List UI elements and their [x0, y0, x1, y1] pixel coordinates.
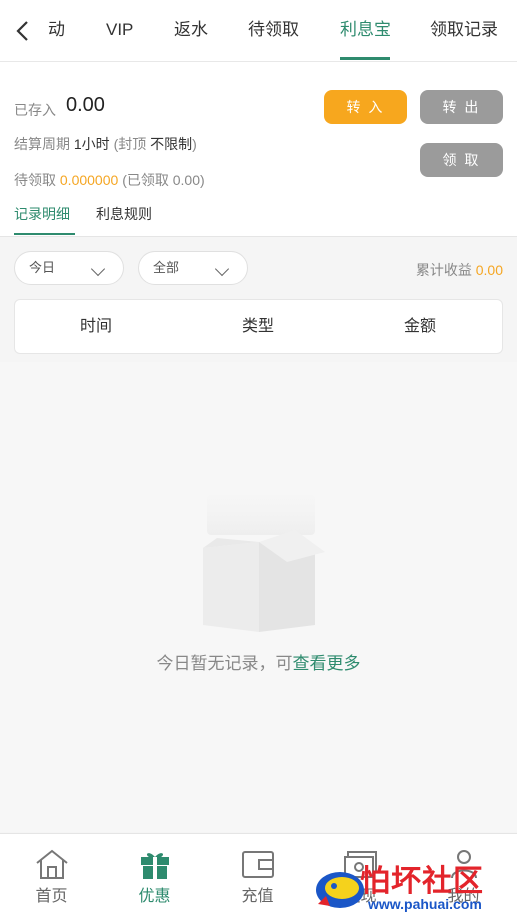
chevron-down-icon	[90, 261, 106, 277]
type-filter-value: 全部	[153, 260, 180, 275]
tab-pending[interactable]: 待领取	[248, 0, 299, 62]
nav-promotions[interactable]: 优惠	[103, 834, 206, 919]
claimed-text: (已领取 0.00)	[122, 172, 205, 188]
gift-icon	[141, 853, 169, 879]
column-type: 类型	[242, 318, 275, 335]
tab-interest[interactable]: 利息宝	[340, 0, 391, 62]
cumulative-earnings: 累计收益 0.00	[416, 260, 503, 280]
deposited-label: 已存入	[14, 102, 56, 118]
nav-deposit[interactable]: 充值	[206, 834, 309, 919]
transfer-out-button[interactable]: 转 出	[420, 90, 503, 124]
cumulative-label: 累计收益	[415, 262, 472, 278]
pending-value: 0.000000	[59, 172, 119, 188]
subtab-records[interactable]: 记录明细	[14, 204, 70, 224]
tab-vip[interactable]: VIP	[106, 0, 133, 62]
settle-period: 结算周期 1小时 (封顶 不限制)	[14, 134, 197, 154]
view-more-link[interactable]: 查看更多	[293, 654, 361, 673]
empty-box-icon	[203, 495, 325, 632]
deposited-value: 0.00	[66, 94, 105, 116]
pending-label: 待领取	[14, 172, 56, 188]
cap-suffix: )	[192, 136, 197, 152]
claim-button[interactable]: 领 取	[420, 143, 503, 177]
column-amount: 金额	[404, 318, 437, 335]
interest-summary-panel: 已存入 0.00 结算周期 1小时 (封顶 不限制) 待领取 0.000000 …	[0, 62, 517, 237]
cap-value: 不限制	[150, 136, 193, 152]
tab-claim-records[interactable]: 领取记录	[430, 0, 498, 62]
watermark-url: www.pahuai.com	[368, 896, 482, 912]
watermark-title: 怕坏社区	[360, 864, 484, 899]
pending-row: 待领取 0.000000 (已领取 0.00)	[14, 170, 205, 190]
settle-value: 1小时	[73, 136, 110, 152]
subtab-rules[interactable]: 利息规则	[96, 204, 152, 224]
home-icon	[36, 849, 68, 879]
column-time: 时间	[80, 318, 113, 335]
back-arrow-icon[interactable]	[14, 19, 34, 43]
date-filter-select[interactable]: 今日	[14, 251, 124, 285]
cumulative-value: 0.00	[475, 262, 503, 278]
chevron-down-icon	[214, 261, 230, 277]
type-filter-select[interactable]: 全部	[138, 251, 248, 285]
nav-deposit-label: 充值	[241, 888, 274, 905]
tab-rebate[interactable]: 返水	[174, 0, 208, 62]
empty-state-message: 今日暂无记录，可查看更多	[0, 649, 517, 674]
transfer-in-button[interactable]: 转 入	[324, 90, 407, 124]
wallet-icon	[242, 851, 274, 878]
records-table-header: 时间 类型 金额	[14, 299, 503, 354]
nav-promotions-label: 优惠	[138, 888, 171, 905]
subtab-indicator	[14, 233, 75, 235]
nav-home-label: 首页	[35, 888, 68, 905]
top-tab-bar: 动 VIP 返水 待领取 利息宝 领取记录	[0, 0, 517, 62]
settle-label: 结算周期	[14, 136, 70, 152]
nav-home[interactable]: 首页	[0, 834, 103, 919]
watermark: 怕坏社区 www.pahuai.com	[312, 856, 512, 916]
empty-text: 今日暂无记录，可	[156, 654, 293, 673]
date-filter-value: 今日	[29, 260, 56, 275]
active-tab-indicator	[340, 57, 390, 60]
tab-activity[interactable]: 动	[48, 0, 65, 62]
cap-prefix: (封顶	[113, 136, 147, 152]
